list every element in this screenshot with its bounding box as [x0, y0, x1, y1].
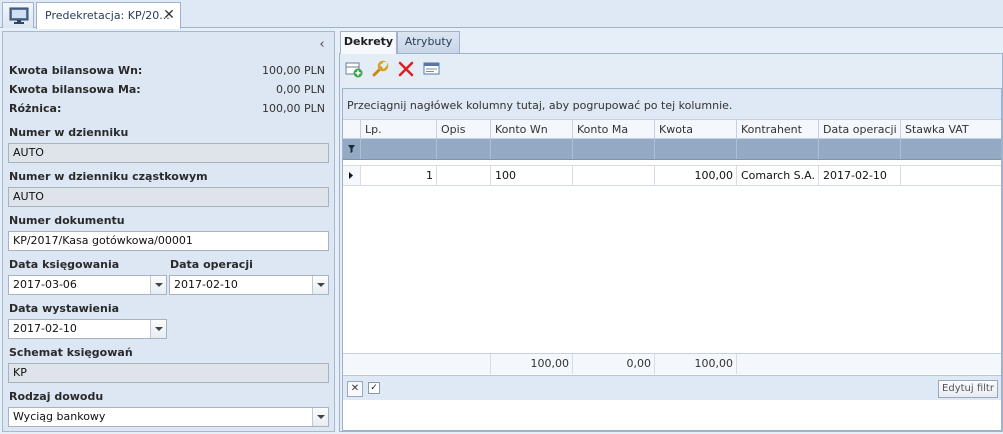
- close-icon[interactable]: ✕: [162, 6, 176, 24]
- wrench-icon[interactable]: [370, 59, 390, 79]
- summary-ma: Kwota bilansowa Ma: 0,00 PLN: [9, 83, 325, 99]
- partial-journal-number-field[interactable]: AUTO: [8, 187, 329, 207]
- issue-date-value: 2017-02-10: [13, 322, 77, 335]
- group-by-hint[interactable]: Przeciągnij nagłówek kolumny tutaj, aby …: [343, 89, 1001, 119]
- posting-date-label: Data księgowania: [9, 258, 120, 271]
- chevron-down-icon[interactable]: [150, 320, 166, 338]
- document-tab-bar: Predekretacja: KP/20... ✕: [0, 0, 1003, 29]
- posting-scheme-label: Schemat księgowań: [9, 346, 133, 359]
- cell-lp[interactable]: 1: [360, 166, 436, 185]
- filter-indicator: [343, 139, 360, 159]
- add-record-icon[interactable]: [344, 59, 364, 79]
- partial-journal-number-label: Numer w dzienniku cząstkowym: [9, 170, 208, 183]
- total-konto-ma: 0,00: [572, 354, 654, 374]
- proof-type-label: Rodzaj dowodu: [9, 390, 104, 403]
- proof-type-select[interactable]: Wyciąg bankowy: [8, 407, 329, 427]
- tab-dekrety[interactable]: Dekrety: [340, 31, 397, 54]
- tab-atrybuty[interactable]: Atrybuty: [397, 31, 460, 53]
- filter-cell[interactable]: [654, 139, 736, 159]
- chevron-down-icon[interactable]: [312, 408, 328, 426]
- issue-date-picker[interactable]: 2017-02-10: [8, 319, 167, 339]
- red-x-icon[interactable]: [396, 59, 416, 79]
- operation-date-label: Data operacji: [170, 258, 253, 271]
- posting-date-picker[interactable]: 2017-03-06: [8, 275, 167, 295]
- summary-wn-value: 100,00 PLN: [262, 64, 325, 77]
- summary-difference-value: 100,00 PLN: [262, 102, 325, 115]
- journal-number-label: Numer w dzienniku: [9, 126, 129, 139]
- summary-difference: Różnica: 100,00 PLN: [9, 102, 325, 118]
- clear-filter-button[interactable]: ✕: [347, 381, 363, 397]
- posting-date-value: 2017-03-06: [13, 278, 77, 291]
- table-row[interactable]: 1 100 100,00 Comarch S.A. 2017-02-10: [343, 165, 1001, 186]
- total-kwota: 100,00: [654, 354, 736, 374]
- column-header[interactable]: Kwota: [654, 120, 736, 139]
- edit-filter-button[interactable]: Edytuj filtr: [938, 380, 998, 398]
- document-number-label: Numer dokumentu: [9, 214, 125, 227]
- cell-kontrahent[interactable]: Comarch S.A.: [736, 166, 818, 185]
- dekrety-content: Przeciągnij nagłówek kolumny tutaj, aby …: [339, 53, 1003, 432]
- monitor-icon: [9, 7, 29, 24]
- cell-kwota[interactable]: 100,00: [654, 166, 736, 185]
- column-header[interactable]: Data operacji: [818, 120, 900, 139]
- cell-opis[interactable]: [436, 166, 490, 185]
- filter-bar: ✕ ✓ Edytuj filtr: [343, 375, 1001, 400]
- column-header[interactable]: Kontrahent: [736, 120, 818, 139]
- document-form-panel: ‹ Kwota bilansowa Wn: 100,00 PLN Kwota b…: [2, 31, 335, 432]
- document-number-field[interactable]: KP/2017/Kasa gotówkowa/00001: [8, 231, 329, 251]
- summary-ma-label: Kwota bilansowa Ma:: [9, 83, 141, 96]
- auto-filter-row[interactable]: [343, 139, 1001, 160]
- column-header[interactable]: Konto Ma: [572, 120, 654, 139]
- cell-stawka-vat[interactable]: [900, 166, 1001, 185]
- summary-wn-label: Kwota bilansowa Wn:: [9, 64, 143, 77]
- total-konto-wn: 100,00: [490, 354, 572, 374]
- home-tab[interactable]: [2, 2, 34, 28]
- filter-cell[interactable]: [360, 139, 436, 159]
- operation-date-value: 2017-02-10: [174, 278, 238, 291]
- filter-enabled-checkbox[interactable]: ✓: [368, 382, 380, 394]
- journal-number-field[interactable]: AUTO: [8, 143, 329, 163]
- grid-header: Lp. Opis Konto Wn Konto Ma Kwota Kontrah…: [343, 119, 1001, 139]
- grid-totals-footer: 100,00 0,00 100,00: [343, 353, 1001, 374]
- summary-ma-value: 0,00 PLN: [276, 83, 325, 96]
- proof-type-value: Wyciąg bankowy: [13, 410, 106, 423]
- chevron-down-icon[interactable]: [150, 276, 166, 294]
- cell-data-operacji[interactable]: 2017-02-10: [818, 166, 900, 185]
- cell-konto-ma[interactable]: [572, 166, 654, 185]
- collapse-panel-icon[interactable]: ‹: [316, 38, 328, 52]
- row-indicator[interactable]: [343, 166, 360, 185]
- filter-cell[interactable]: [490, 139, 572, 159]
- view-list-icon[interactable]: [422, 59, 442, 79]
- filter-cell[interactable]: [572, 139, 654, 159]
- operation-date-picker[interactable]: 2017-02-10: [169, 275, 329, 295]
- tab-title: Predekretacja: KP/20...: [45, 9, 170, 22]
- summary-wn: Kwota bilansowa Wn: 100,00 PLN: [9, 64, 325, 80]
- filter-cell[interactable]: [900, 139, 1001, 159]
- footer-filler: [736, 354, 1001, 374]
- current-row-arrow-icon: [349, 172, 353, 179]
- column-header[interactable]: Konto Wn: [490, 120, 572, 139]
- column-header[interactable]: Opis: [436, 120, 490, 139]
- postings-grid: Przeciągnij nagłówek kolumny tutaj, aby …: [342, 88, 1002, 431]
- summary-difference-label: Różnica:: [9, 102, 62, 115]
- issue-date-label: Data wystawienia: [9, 302, 120, 315]
- postings-panel: Dekrety Atrybuty Przeciągnij nagłówek ko…: [339, 31, 1003, 432]
- filter-cell[interactable]: [736, 139, 818, 159]
- cell-konto-wn[interactable]: 100: [490, 166, 572, 185]
- column-header[interactable]: Stawka VAT: [900, 120, 1001, 139]
- column-header[interactable]: Lp.: [360, 120, 436, 139]
- filter-cell[interactable]: [818, 139, 900, 159]
- row-indicator-header: [343, 120, 360, 139]
- chevron-down-icon[interactable]: [312, 276, 328, 294]
- filter-icon: [348, 145, 355, 153]
- filter-cell[interactable]: [436, 139, 490, 159]
- posting-scheme-field[interactable]: KP: [8, 363, 329, 383]
- tab-predekretacja[interactable]: Predekretacja: KP/20... ✕: [36, 2, 181, 29]
